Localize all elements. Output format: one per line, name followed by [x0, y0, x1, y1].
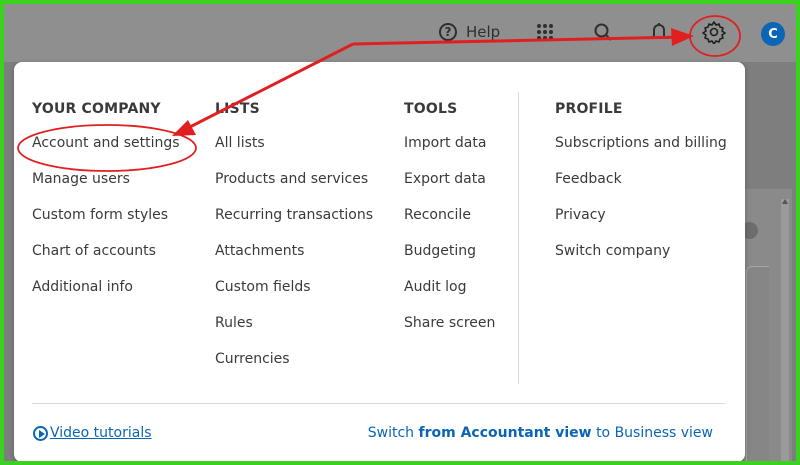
column-lists: LISTS All lists Products and services Re… [215, 100, 373, 386]
menu-item-audit-log[interactable]: Audit log [404, 278, 495, 314]
user-avatar[interactable]: C [761, 22, 785, 46]
menu-item-custom-fields[interactable]: Custom fields [215, 278, 373, 314]
menu-item-export-data[interactable]: Export data [404, 170, 495, 206]
video-tutorials-label: Video tutorials [50, 425, 152, 441]
menu-item-reconcile[interactable]: Reconcile [404, 206, 495, 242]
settings-button[interactable] [702, 20, 726, 44]
top-bar [4, 4, 796, 62]
column-heading: YOUR COMPANY [32, 101, 161, 117]
switch-view-link[interactable]: Switch from Accountant view to Business … [368, 425, 713, 441]
search-icon [594, 23, 612, 41]
menu-item-manage-users[interactable]: Manage users [32, 170, 180, 206]
video-tutorials-link[interactable]: Video tutorials [33, 425, 152, 441]
screenshot-frame: ? Help C YOUR COMPANY Account and settin… [0, 0, 800, 465]
column-tools: TOOLS Import data Export data Reconcile … [404, 100, 495, 350]
background-card [746, 266, 769, 461]
column-heading: PROFILE [555, 101, 623, 117]
play-circle-icon [33, 425, 48, 441]
settings-dropdown-menu: YOUR COMPANY Account and settings Manage… [14, 62, 745, 461]
menu-item-all-lists[interactable]: All lists [215, 134, 373, 170]
apps-grid-icon [537, 24, 553, 40]
menu-item-budgeting[interactable]: Budgeting [404, 242, 495, 278]
page-scrollbar[interactable] [781, 199, 789, 461]
switch-suffix: to Business view [596, 425, 713, 441]
column-heading: LISTS [215, 101, 260, 117]
search-button[interactable] [593, 20, 613, 44]
menu-item-currencies[interactable]: Currencies [215, 350, 373, 386]
menu-item-import-data[interactable]: Import data [404, 134, 495, 170]
help-icon: ? [439, 23, 457, 41]
menu-item-rules[interactable]: Rules [215, 314, 373, 350]
menu-item-share-screen[interactable]: Share screen [404, 314, 495, 350]
notifications-button[interactable] [649, 20, 669, 44]
menu-item-subscriptions-and-billing[interactable]: Subscriptions and billing [555, 134, 727, 170]
apps-button[interactable] [537, 20, 553, 44]
menu-item-recurring-transactions[interactable]: Recurring transactions [215, 206, 373, 242]
menu-item-chart-of-accounts[interactable]: Chart of accounts [32, 242, 180, 278]
switch-bold-text: from Accountant view [418, 425, 592, 441]
menu-item-privacy[interactable]: Privacy [555, 206, 727, 242]
menu-item-additional-info[interactable]: Additional info [32, 278, 180, 314]
column-heading: TOOLS [404, 101, 458, 117]
column-divider [518, 92, 519, 384]
footer-divider [32, 403, 725, 404]
menu-item-products-and-services[interactable]: Products and services [215, 170, 373, 206]
menu-item-account-and-settings[interactable]: Account and settings [32, 134, 180, 170]
menu-item-feedback[interactable]: Feedback [555, 170, 727, 206]
help-label: Help [466, 23, 501, 41]
menu-item-attachments[interactable]: Attachments [215, 242, 373, 278]
switch-prefix: Switch [367, 425, 415, 441]
settings-gear-icon [702, 21, 726, 44]
notifications-bell-icon [649, 23, 669, 39]
column-your-company: YOUR COMPANY Account and settings Manage… [32, 100, 180, 314]
menu-item-custom-form-styles[interactable]: Custom form styles [32, 206, 180, 242]
help-button[interactable]: ? Help [439, 20, 500, 44]
menu-item-switch-company[interactable]: Switch company [555, 242, 727, 278]
column-profile: PROFILE Subscriptions and billing Feedba… [555, 100, 727, 278]
